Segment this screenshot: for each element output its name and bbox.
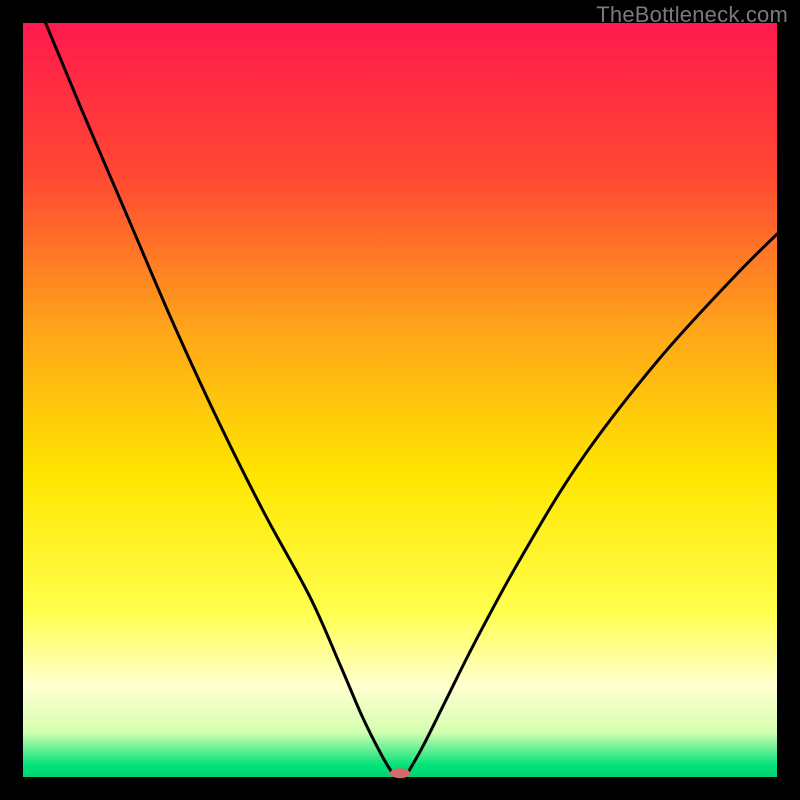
watermark-text: TheBottleneck.com xyxy=(596,2,788,28)
chart-frame: TheBottleneck.com xyxy=(0,0,800,800)
plot-background xyxy=(23,23,777,777)
optimal-marker xyxy=(390,768,410,778)
bottleneck-chart xyxy=(0,0,800,800)
